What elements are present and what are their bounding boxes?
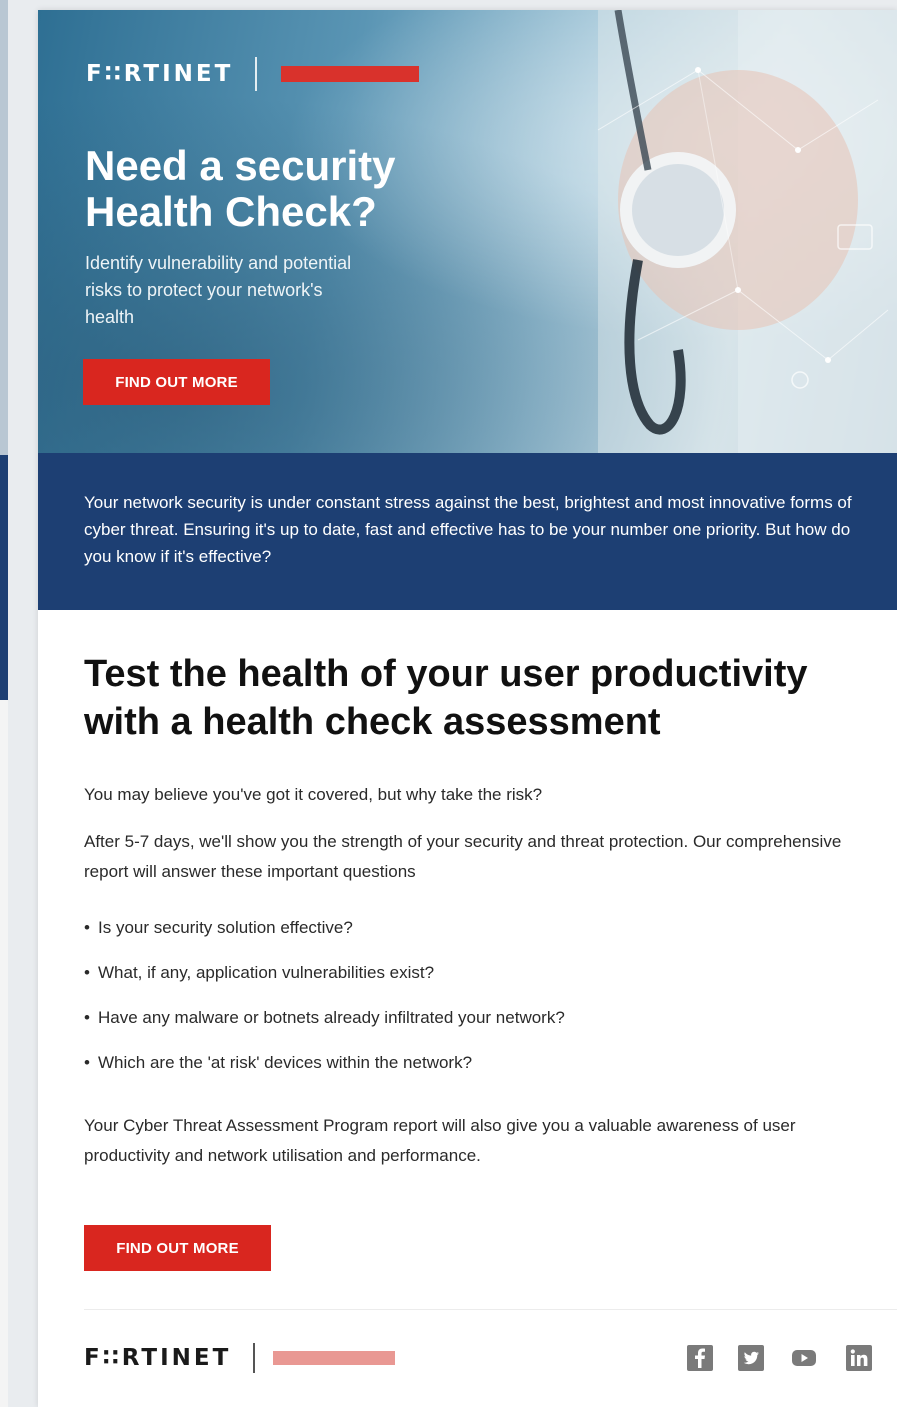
body-paragraph-3: Your Cyber Threat Assessment Program rep… [84,1116,796,1165]
hero-title: Need a security Health Check? [85,142,396,235]
body-paragraph-2: After 5-7 days, we'll show you the stren… [84,832,842,881]
youtube-icon[interactable] [790,1344,818,1372]
footer-fortinet-logo[interactable]: F∷RTINET [84,1345,231,1371]
list-item: • Is your security solution effective? [84,918,353,937]
list-item: • Have any malware or botnets already inf… [84,1008,565,1027]
logo-divider [255,57,258,91]
body-paragraph-1: You may believe you've got it covered, b… [84,785,543,804]
footer-tagline-badge [273,1351,396,1365]
hero-banner: F∷RTINET Need a security Health Check? I… [38,10,897,453]
logo-tagline-badge [281,66,420,82]
body-find-out-more-button[interactable]: FIND OUT MORE [84,1225,271,1271]
list-item: • What, if any, application vulnerabiliti… [84,963,435,982]
linkedin-icon[interactable] [845,1344,873,1372]
hero-subtitle: Identify vulnerability and potential ris… [85,253,352,327]
facebook-icon[interactable] [686,1344,714,1372]
footer-divider [84,1309,897,1310]
email-card: F∷RTINET Need a security Health Check? I… [38,10,897,1407]
footer-logo-row: F∷RTINET [84,1340,396,1376]
hero-logo-row: F∷RTINET [86,54,420,94]
question-list: • Is your security solution effective? • W… [84,914,565,1094]
hero-find-out-more-button[interactable]: FIND OUT MORE [83,359,270,405]
footer-logo-divider [253,1343,256,1373]
adjacent-panel-edge [0,0,8,1407]
main-heading: Test the health of your user productivit… [84,653,808,743]
intro-text: Your network security is under constant … [84,493,852,566]
fortinet-logo[interactable]: F∷RTINET [86,61,233,87]
list-item: • Which are the 'at risk' devices within … [84,1053,473,1072]
twitter-icon[interactable] [737,1344,765,1372]
intro-band: Your network security is under constant … [38,453,897,610]
